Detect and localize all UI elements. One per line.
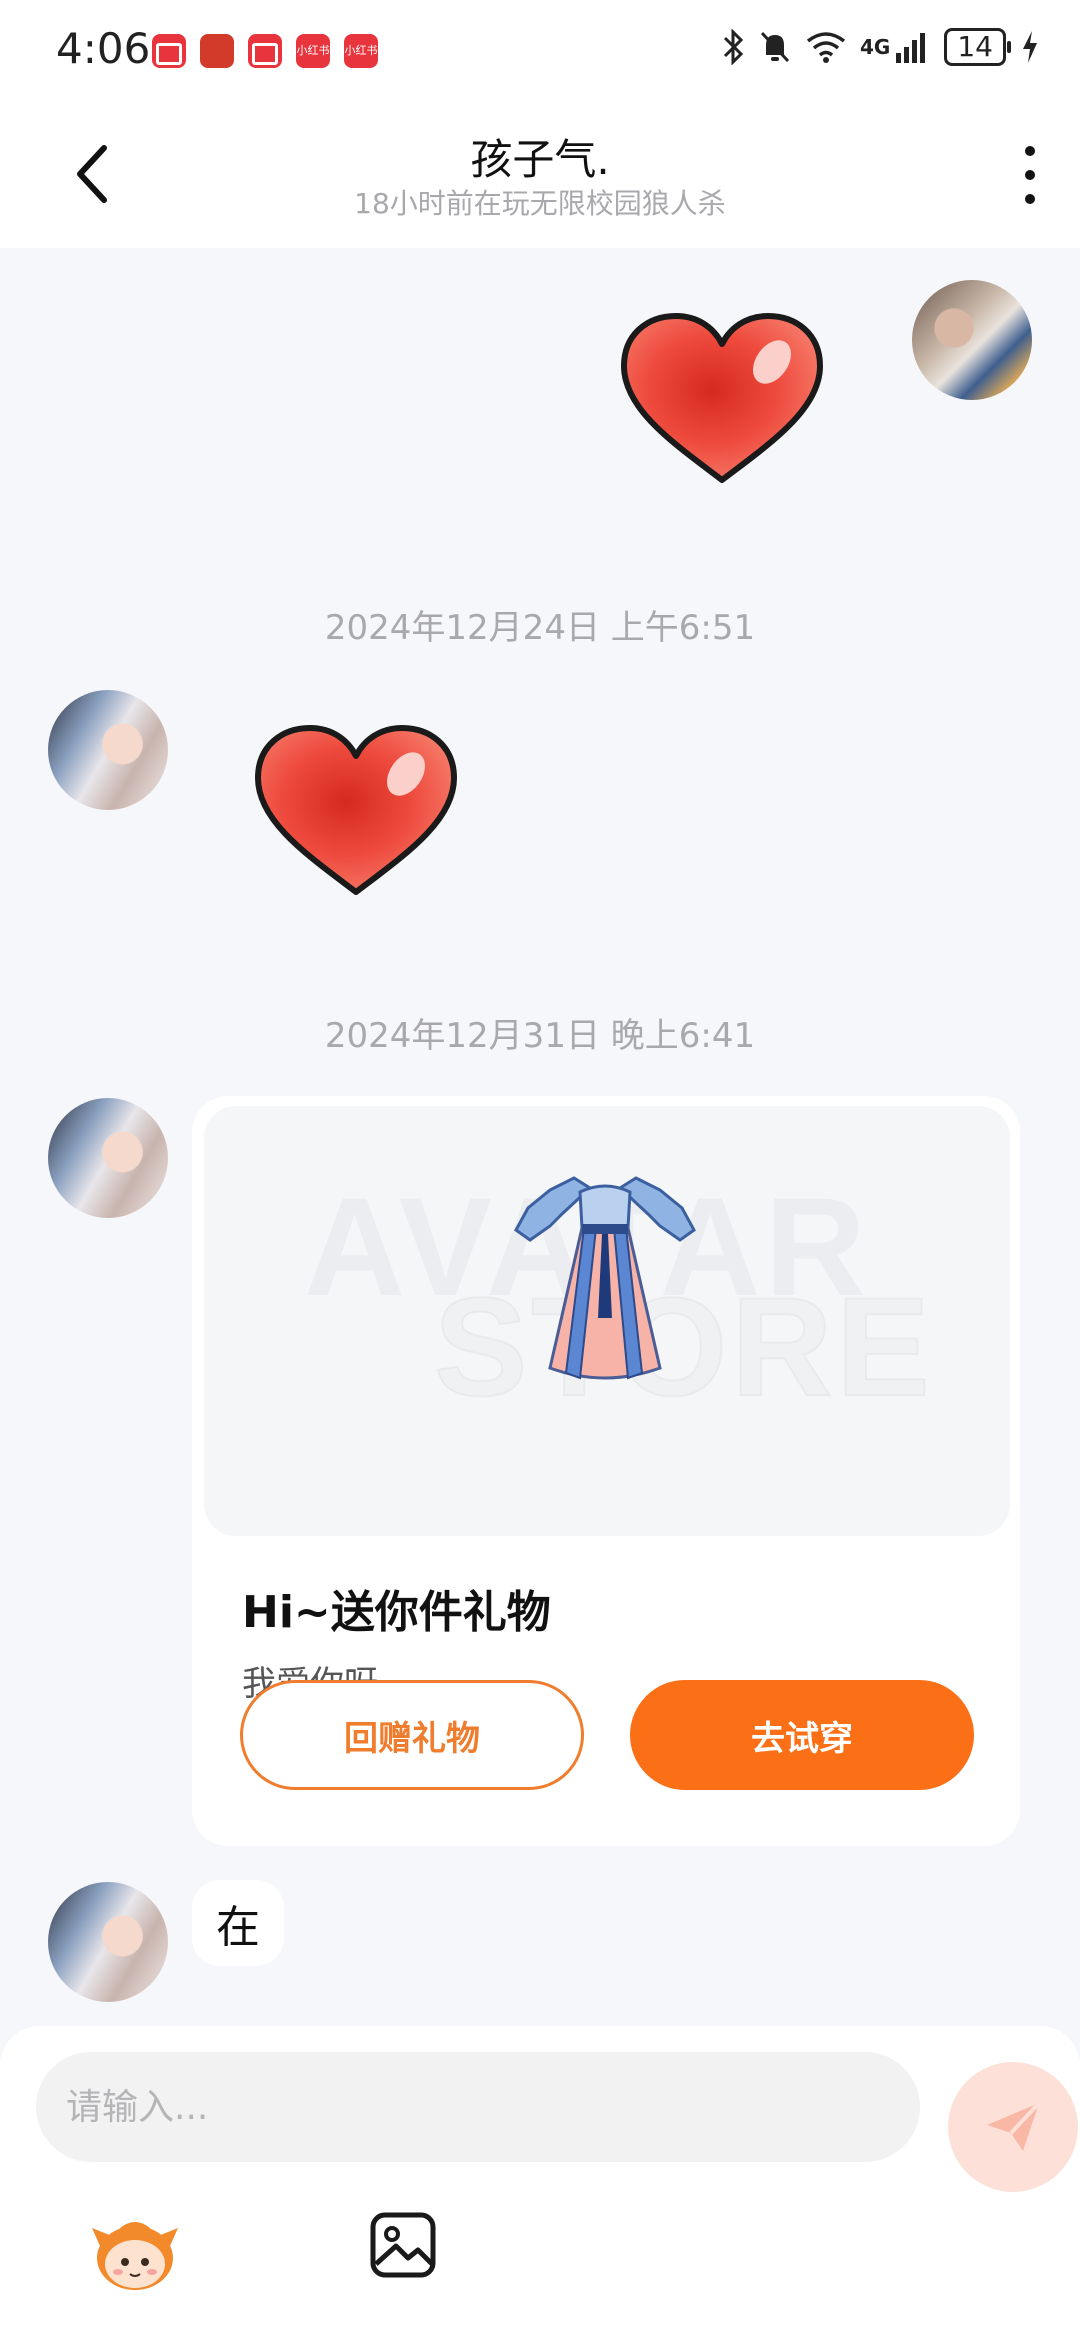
status-bar: 4:06 小红书 小红书 4G 14 bbox=[0, 0, 1080, 100]
input-panel bbox=[0, 2026, 1080, 2340]
chat-title: 孩子气. bbox=[470, 135, 610, 184]
text-message-bubble: 在 bbox=[192, 1880, 284, 1966]
message-timestamp: 2024年12月24日 上午6:51 bbox=[324, 608, 756, 648]
send-plane-icon bbox=[987, 2101, 1041, 2151]
image-picker-button[interactable] bbox=[368, 2210, 438, 2280]
bluetooth-icon bbox=[723, 29, 744, 65]
chat-subtitle: 18小时前在玩无限校园狼人杀 bbox=[354, 187, 726, 220]
heart-sticker-sent bbox=[621, 313, 823, 483]
peer-avatar[interactable] bbox=[48, 690, 168, 810]
gift-image: AVATAR STORE bbox=[204, 1106, 1010, 1536]
self-avatar[interactable] bbox=[912, 280, 1032, 400]
more-dot-icon bbox=[1025, 194, 1035, 204]
charging-icon bbox=[1023, 31, 1037, 63]
chat-header: 孩子气. 18小时前在玩无限校园狼人杀 bbox=[0, 100, 1080, 248]
gift-title: Hi~送你件礼物 bbox=[242, 1587, 551, 1638]
battery-icon: 14 bbox=[944, 28, 1011, 66]
message-input[interactable] bbox=[36, 2052, 920, 2162]
image-icon bbox=[370, 2212, 436, 2278]
hanfu-dress-icon bbox=[514, 1176, 696, 1380]
gift-card[interactable]: AVATAR STORE Hi~送你件礼物 我爱你呀 回赠礼物 去试穿 bbox=[192, 1096, 1020, 1846]
more-options-button[interactable] bbox=[1010, 140, 1050, 210]
system-icons: 4G 14 bbox=[722, 28, 1040, 66]
mascot-icon bbox=[92, 2222, 178, 2290]
mute-icon bbox=[760, 31, 790, 63]
peer-avatar[interactable] bbox=[48, 1098, 168, 1218]
wifi-icon bbox=[806, 32, 846, 63]
game-app-icon bbox=[200, 34, 234, 68]
rednote-app-icon bbox=[152, 34, 186, 68]
return-gift-button[interactable]: 回赠礼物 bbox=[240, 1680, 584, 1790]
heart-sticker-received bbox=[255, 725, 457, 895]
peer-avatar[interactable] bbox=[48, 1882, 168, 2002]
send-button[interactable] bbox=[948, 2062, 1078, 2192]
xiaohongshu-app-icon: 小红书 bbox=[296, 34, 330, 68]
signal-icon bbox=[896, 33, 926, 63]
try-on-button[interactable]: 去试穿 bbox=[630, 1680, 974, 1790]
xiaohongshu-app-icon: 小红书 bbox=[344, 34, 378, 68]
more-dot-icon bbox=[1025, 146, 1035, 156]
status-time: 4:06 bbox=[56, 24, 151, 73]
message-timestamp: 2024年12月31日 晚上6:41 bbox=[324, 1016, 756, 1056]
network-type-label: 4G bbox=[860, 35, 891, 59]
more-dot-icon bbox=[1025, 170, 1035, 180]
mascot-emoji-button[interactable] bbox=[90, 2206, 180, 2296]
notification-icons: 小红书 小红书 bbox=[152, 34, 378, 68]
rednote-app-icon bbox=[248, 34, 282, 68]
